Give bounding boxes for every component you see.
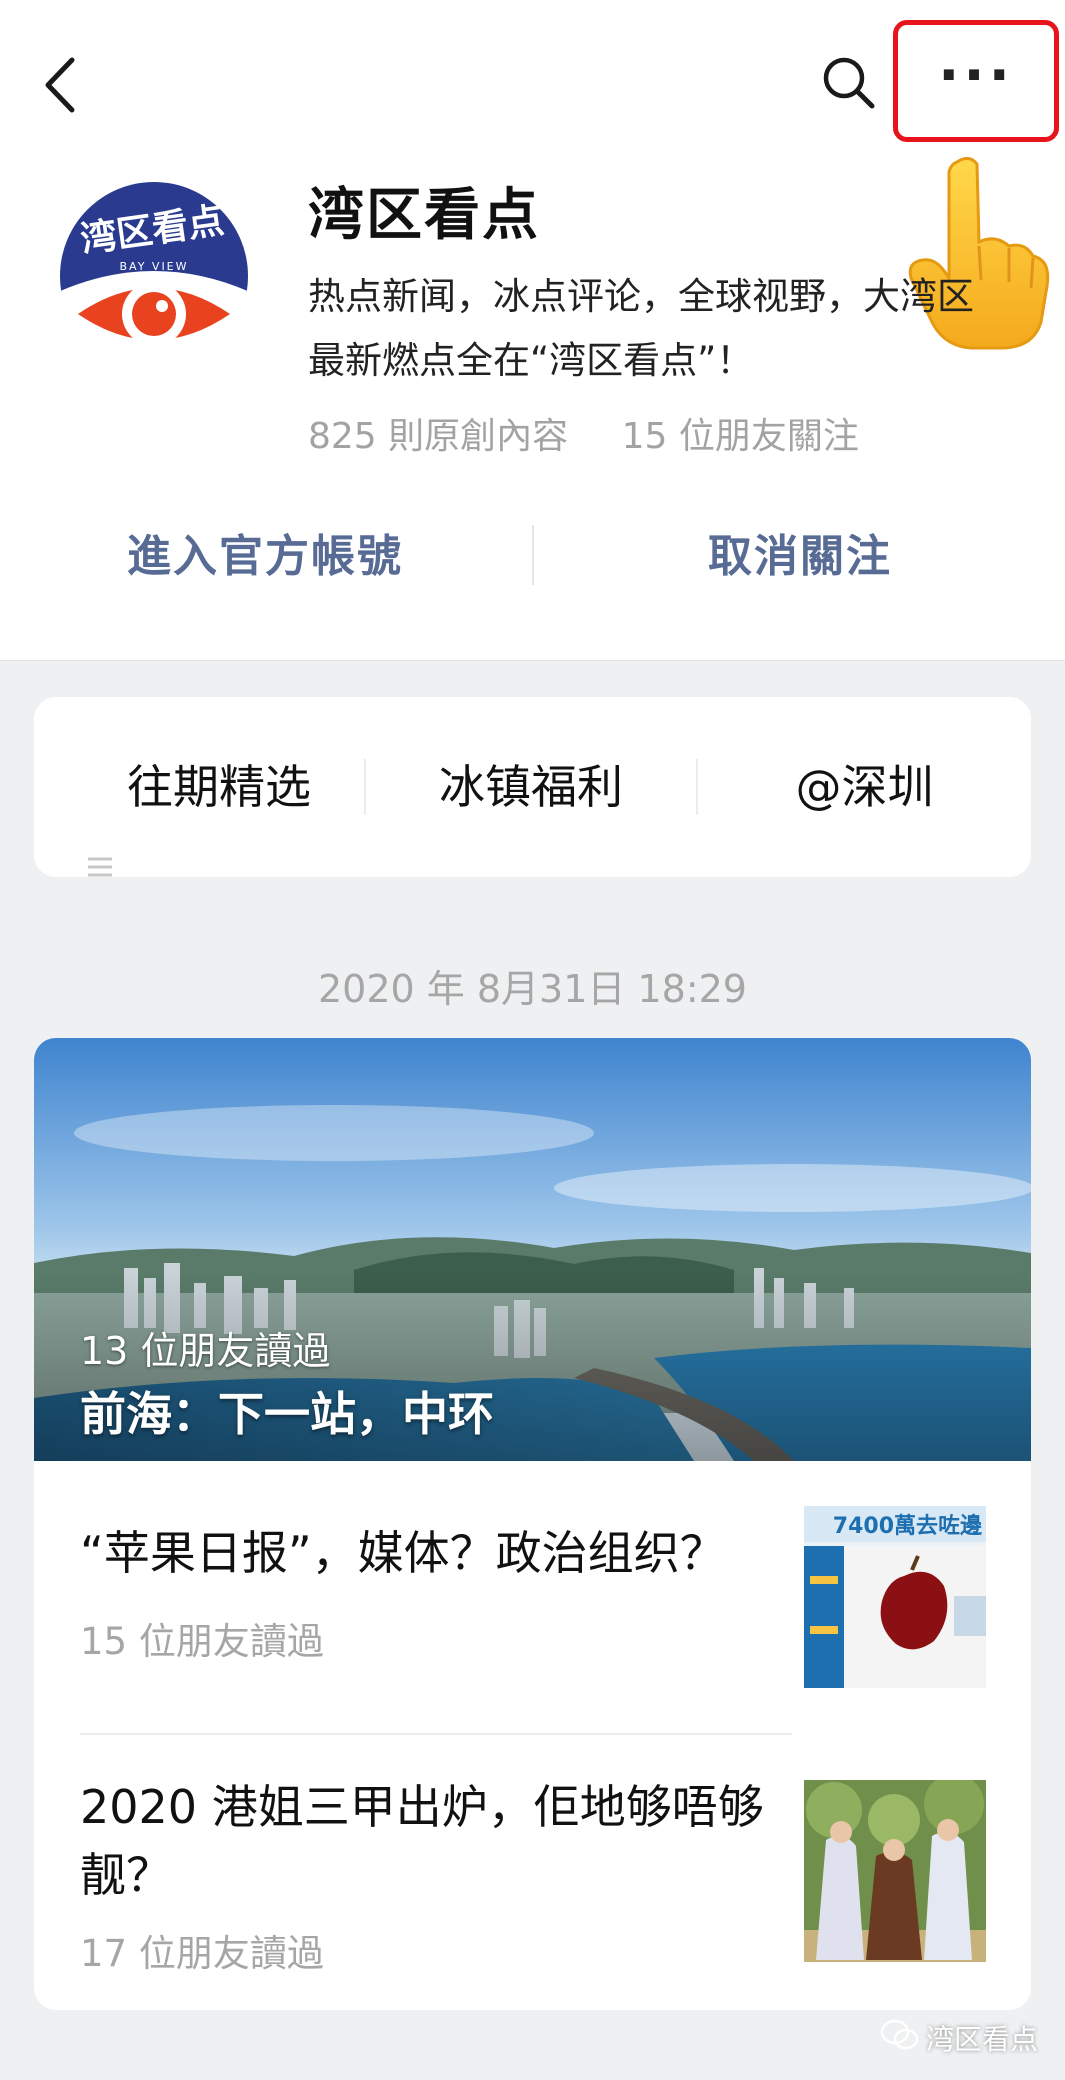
official-account-page: ··· 湾区看点 BAY VIEW 湾区看点 热点新闻，冰点评论，全球视野，大湾…	[0, 0, 1065, 2080]
account-stats: 825 則原創內容 15 位朋友關注	[308, 407, 859, 459]
original-content-count: 825 則原創內容	[308, 416, 569, 457]
account-menu: 往期精选 冰镇福利 @深圳	[34, 697, 1031, 877]
back-chevron-icon[interactable]	[38, 50, 88, 120]
menu-lines-icon	[87, 774, 113, 876]
more-dots-icon: ···	[938, 43, 1014, 108]
wechat-icon	[880, 2018, 920, 2052]
article-friends-read: 17 位朋友讀過	[80, 1932, 324, 1975]
article-thumbnail: 7400萬去咗邊	[804, 1506, 986, 1688]
hero-article[interactable]: 13 位朋友讀過 前海：下一站，中环	[34, 1038, 1031, 1461]
menu-item-benefits[interactable]: 冰镇福利	[366, 697, 696, 877]
article-row[interactable]: “苹果日报”，媒体？政治组织？ 15 位朋友讀過 7400萬去咗邊	[34, 1461, 1031, 1733]
hero-title: 前海：下一站，中环	[80, 1387, 494, 1441]
account-description: 热点新闻，冰点评论，全球视野，大湾区最新燃点全在“湾区看点”！	[308, 275, 974, 382]
search-icon[interactable]	[818, 52, 878, 112]
article-group-card: 13 位朋友讀過 前海：下一站，中环 “苹果日报”，媒体？政治组织？ 15 位朋…	[34, 1038, 1031, 2010]
article-title: 2020 港姐三甲出炉，佢地够唔够靓？	[80, 1780, 764, 1902]
message-timestamp: 2020 年 8月31日 18:29	[318, 967, 747, 1011]
menu-item-label: 往期精选	[127, 760, 311, 814]
thumbnail-caption: 7400萬去咗邊	[833, 1513, 982, 1539]
account-name: 湾区看点	[308, 183, 540, 248]
article-row[interactable]: 2020 港姐三甲出炉，佢地够唔够靓？ 17 位朋友讀過	[34, 1735, 1031, 2010]
menu-item-past-selections[interactable]: 往期精选	[34, 697, 364, 877]
enter-official-account-button[interactable]: 進入官方帳號	[80, 520, 450, 584]
unfollow-button[interactable]: 取消關注	[620, 520, 980, 584]
article-thumbnail	[804, 1780, 986, 1962]
more-options-button[interactable]: ···	[893, 20, 1059, 142]
article-title: “苹果日报”，媒体？政治组织？	[80, 1526, 726, 1580]
menu-item-shenzhen[interactable]: @深圳	[698, 697, 1031, 877]
hero-friends-read: 13 位朋友讀過	[80, 1329, 331, 1373]
profile-header: ··· 湾区看点 BAY VIEW 湾区看点 热点新闻，冰点评论，全球视野，大湾…	[0, 0, 1065, 661]
article-friends-read: 15 位朋友讀過	[80, 1620, 324, 1663]
watermark-text: 湾区看点	[926, 2023, 1039, 2056]
logo-subtext: BAY VIEW	[119, 260, 188, 273]
friends-following-count: 15 位朋友關注	[621, 416, 859, 457]
action-divider	[532, 525, 534, 585]
account-logo: 湾区看点 BAY VIEW	[58, 180, 250, 372]
